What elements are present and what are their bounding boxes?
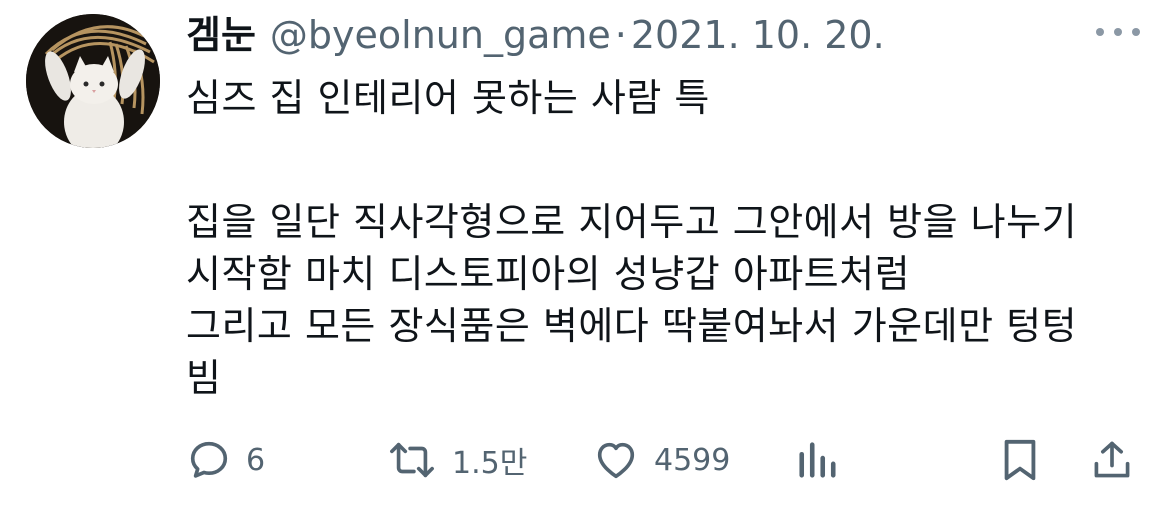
action-bar: 6 1.5만 4599 [186,434,1146,486]
retweet-button[interactable]: 1.5만 [386,434,527,486]
share-button[interactable] [1090,434,1134,486]
tweet: 겜눈 @byeolnun_game · 2021. 10. 20. 심즈 집 인… [0,0,1170,507]
bar-chart-icon [799,442,836,478]
tweet-text: 심즈 집 인테리어 못하는 사람 특 집을 일단 직사각형으로 지어두고 그안에… [186,72,1156,404]
reply-icon [190,441,228,478]
more-dots-icon[interactable] [1096,22,1140,42]
user-handle[interactable]: @byeolnun_game [270,10,611,60]
tweet-text-line: 빔 [186,356,222,400]
cat-avatar-image [26,14,160,148]
retweet-icon [390,442,434,478]
retweet-count: 1.5만 [452,446,528,481]
share-icon [1094,441,1130,478]
avatar[interactable] [26,14,160,148]
tweet-header: 겜눈 @byeolnun_game · 2021. 10. 20. [186,10,885,60]
bookmark-button[interactable] [1000,434,1040,486]
heart-icon [597,442,635,479]
separator-dot: · [614,13,627,57]
like-button[interactable]: 4599 [592,434,730,486]
tweet-date[interactable]: 2021. 10. 20. [631,10,885,60]
tweet-text-line: 집을 일단 직사각형으로 지어두고 그안에서 방을 나누기 [186,200,1078,244]
display-name[interactable]: 겜눈 [186,10,256,60]
views-button[interactable] [796,434,838,486]
bookmark-icon [1004,439,1036,481]
tweet-text-line: 시작함 마치 디스토피아의 성냥갑 아파트처럼 [186,252,911,296]
tweet-text-line: 그리고 모든 장식품은 벽에다 딱붙여놔서 가운데만 텅텅 [186,304,1078,348]
tweet-text-line: 심즈 집 인테리어 못하는 사람 특 [186,76,710,120]
reply-count: 6 [246,442,266,478]
reply-button[interactable]: 6 [186,434,265,486]
like-count: 4599 [654,442,731,478]
